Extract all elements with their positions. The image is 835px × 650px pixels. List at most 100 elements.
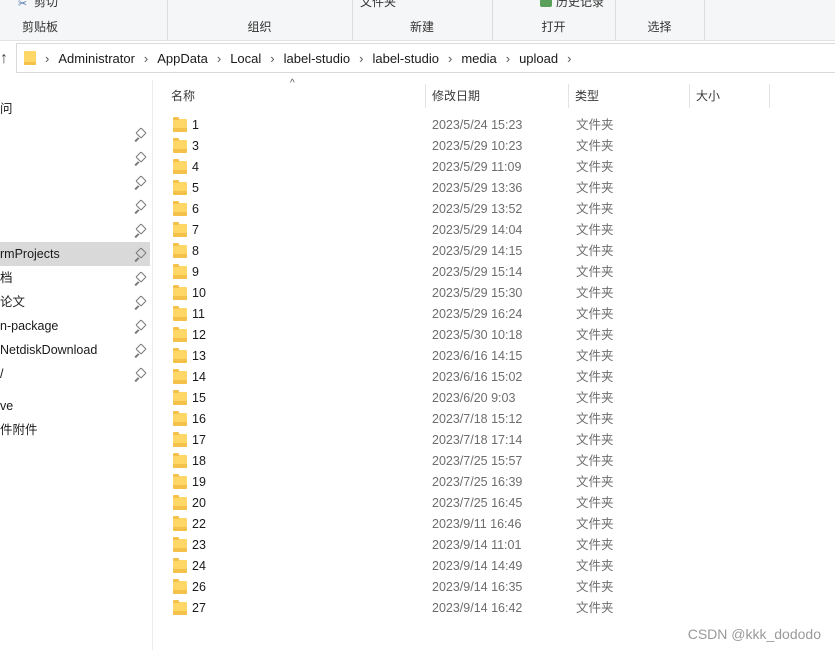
sidebar-item[interactable] (0, 146, 150, 170)
file-row[interactable]: 20 2023/7/25 16:45 文件夹 (165, 493, 665, 514)
file-row[interactable]: 1 2023/5/24 15:23 文件夹 (165, 115, 665, 136)
file-row[interactable]: 11 2023/5/29 16:24 文件夹 (165, 304, 665, 325)
chevron-right-icon[interactable]: › (567, 51, 571, 66)
file-name[interactable]: 20 (192, 493, 206, 514)
breadcrumb-label-studio[interactable]: label-studio (284, 51, 351, 66)
pin-icon[interactable] (134, 146, 146, 170)
file-name[interactable]: 14 (192, 367, 206, 388)
file-name[interactable]: 1 (192, 115, 199, 136)
file-name[interactable]: 11 (192, 304, 205, 325)
file-row[interactable]: 12 2023/5/30 10:18 文件夹 (165, 325, 665, 346)
file-row[interactable]: 8 2023/5/29 14:15 文件夹 (165, 241, 665, 262)
file-row[interactable]: 14 2023/6/16 15:02 文件夹 (165, 367, 665, 388)
pin-icon[interactable] (134, 362, 146, 386)
sidebar-item-netdisk-download[interactable]: NetdiskDownload (0, 338, 150, 362)
file-row[interactable]: 26 2023/9/14 16:35 文件夹 (165, 577, 665, 598)
sidebar-item[interactable] (0, 194, 150, 218)
sidebar-item[interactable]: / (0, 362, 150, 386)
chevron-right-icon[interactable]: › (359, 51, 363, 66)
file-row[interactable]: 3 2023/5/29 10:23 文件夹 (165, 136, 665, 157)
sidebar-item[interactable] (0, 218, 150, 242)
file-name[interactable]: 19 (192, 472, 206, 493)
file-name[interactable]: 4 (192, 157, 199, 178)
column-header-name[interactable]: 名称 (165, 84, 426, 108)
file-name[interactable]: 24 (192, 556, 206, 577)
sidebar-item-attachments[interactable]: 件附件 (0, 418, 150, 442)
pin-icon[interactable] (134, 290, 146, 314)
sidebar-item-pycharm-projects[interactable]: rmProjects (0, 242, 150, 266)
file-name[interactable]: 17 (192, 430, 206, 451)
file-name[interactable]: 9 (192, 262, 199, 283)
pin-icon[interactable] (134, 266, 146, 290)
chevron-right-icon[interactable]: › (270, 51, 274, 66)
breadcrumb-local[interactable]: Local (230, 51, 261, 66)
file-row[interactable]: 27 2023/9/14 16:42 文件夹 (165, 598, 665, 619)
file-name[interactable]: 22 (192, 514, 206, 535)
sidebar-item-documents[interactable]: 档 (0, 266, 150, 290)
file-row[interactable]: 13 2023/6/16 14:15 文件夹 (165, 346, 665, 367)
file-name[interactable]: 10 (192, 283, 206, 304)
breadcrumb-upload[interactable]: upload (519, 51, 558, 66)
file-row[interactable]: 18 2023/7/25 15:57 文件夹 (165, 451, 665, 472)
sidebar-item-quick-access[interactable]: 问 (0, 97, 150, 121)
file-name[interactable]: 16 (192, 409, 206, 430)
file-name[interactable]: 23 (192, 535, 206, 556)
pin-icon[interactable] (134, 314, 146, 338)
file-row[interactable]: 24 2023/9/14 14:49 文件夹 (165, 556, 665, 577)
file-row[interactable]: 7 2023/5/29 14:04 文件夹 (165, 220, 665, 241)
file-name[interactable]: 7 (192, 220, 199, 241)
column-header-date-modified[interactable]: 修改日期 (426, 84, 569, 108)
file-name[interactable]: 13 (192, 346, 206, 367)
file-row[interactable]: 5 2023/5/29 13:36 文件夹 (165, 178, 665, 199)
breadcrumb-media[interactable]: media (461, 51, 496, 66)
file-name[interactable]: 27 (192, 598, 206, 619)
pin-icon[interactable] (134, 170, 146, 194)
pin-icon[interactable] (134, 122, 146, 146)
new-folder-button[interactable]: 文件夹 (360, 0, 396, 10)
file-name[interactable]: 12 (192, 325, 206, 346)
file-row[interactable]: 15 2023/6/20 9:03 文件夹 (165, 388, 665, 409)
sidebar-item-label: n-package (0, 319, 59, 333)
file-name[interactable]: 5 (192, 178, 199, 199)
address-bar[interactable]: › Administrator › AppData › Local › labe… (16, 43, 835, 73)
chevron-right-icon[interactable]: › (45, 51, 49, 66)
file-row[interactable]: 22 2023/9/11 16:46 文件夹 (165, 514, 665, 535)
file-name[interactable]: 8 (192, 241, 199, 262)
file-row[interactable]: 6 2023/5/29 13:52 文件夹 (165, 199, 665, 220)
chevron-right-icon[interactable]: › (144, 51, 148, 66)
breadcrumb-administrator[interactable]: Administrator (58, 51, 135, 66)
file-name[interactable]: 3 (192, 136, 199, 157)
pin-icon[interactable] (134, 194, 146, 218)
file-date-modified: 2023/9/14 11:01 (432, 538, 522, 552)
column-header-size[interactable]: 大小 (690, 84, 770, 108)
sidebar-item[interactable] (0, 170, 150, 194)
file-row[interactable]: 10 2023/5/29 15:30 文件夹 (165, 283, 665, 304)
file-name[interactable]: 6 (192, 199, 199, 220)
sidebar-item-onedrive[interactable]: ve (0, 394, 150, 418)
cut-button[interactable]: ✂ 剪切 (18, 0, 58, 10)
open-group-label: 打开 (541, 20, 566, 34)
pin-icon[interactable] (134, 218, 146, 242)
chevron-right-icon[interactable]: › (448, 51, 452, 66)
sidebar-item-thesis[interactable]: 论文 (0, 290, 150, 314)
file-row[interactable]: 17 2023/7/18 17:14 文件夹 (165, 430, 665, 451)
up-arrow-icon[interactable]: ↑ (0, 48, 14, 70)
file-row[interactable]: 23 2023/9/14 11:01 文件夹 (165, 535, 665, 556)
column-header-type[interactable]: 类型 (569, 84, 690, 108)
file-row[interactable]: 9 2023/5/29 15:14 文件夹 (165, 262, 665, 283)
chevron-right-icon[interactable]: › (506, 51, 510, 66)
history-button[interactable]: 历史记录 (540, 0, 604, 10)
pin-icon[interactable] (134, 338, 146, 362)
file-row[interactable]: 16 2023/7/18 15:12 文件夹 (165, 409, 665, 430)
breadcrumb-appdata[interactable]: AppData (157, 51, 208, 66)
file-name[interactable]: 26 (192, 577, 206, 598)
breadcrumb-label-studio-2[interactable]: label-studio (372, 51, 439, 66)
file-row[interactable]: 19 2023/7/25 16:39 文件夹 (165, 472, 665, 493)
pin-icon[interactable] (134, 242, 146, 266)
file-name[interactable]: 15 (192, 388, 206, 409)
sidebar-item-package[interactable]: n-package (0, 314, 150, 338)
file-name[interactable]: 18 (192, 451, 206, 472)
chevron-right-icon[interactable]: › (217, 51, 221, 66)
file-row[interactable]: 4 2023/5/29 11:09 文件夹 (165, 157, 665, 178)
sidebar-item[interactable] (0, 122, 150, 146)
